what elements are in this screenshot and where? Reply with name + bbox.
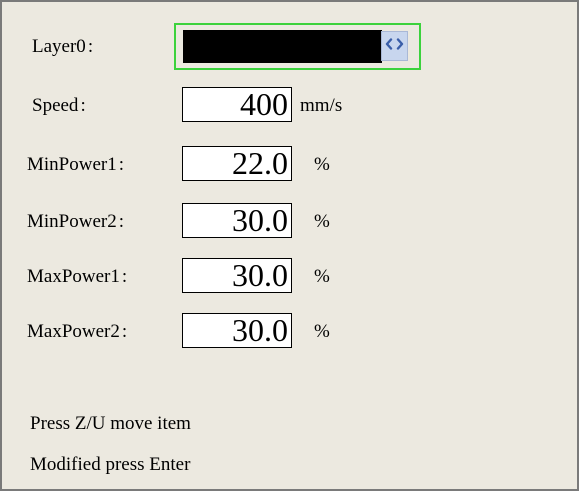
layer-select[interactable] <box>174 23 421 70</box>
hint-press-enter: Modified press Enter <box>30 454 191 475</box>
layer-label-text: Layer0 <box>32 36 86 57</box>
min-power-1-label-colon: : <box>118 154 125 175</box>
layer-label: Layer0: <box>32 36 93 58</box>
speed-label-colon: : <box>80 95 86 116</box>
layer-parameters-panel: Layer0: Speed: 400 mm/s MinPower1: 22.0 … <box>0 0 579 491</box>
min-power-1-label-text: MinPower1 <box>27 154 117 175</box>
max-power-1-label-text: MaxPower1 <box>27 266 120 287</box>
speed-label: Speed: <box>32 95 86 117</box>
max-power-2-label-colon: : <box>121 321 128 342</box>
min-power-2-label-colon: : <box>118 211 125 232</box>
max-power-2-field[interactable]: 30.0 <box>182 313 292 348</box>
min-power-2-label: MinPower2: <box>27 211 124 233</box>
max-power-1-label: MaxPower1: <box>27 266 127 288</box>
speed-unit: mm/s <box>300 95 343 116</box>
max-power-1-unit: % <box>314 266 330 287</box>
layer-label-colon: : <box>87 36 94 57</box>
min-power-2-unit: % <box>314 211 330 232</box>
min-power-2-label-text: MinPower2 <box>27 211 117 232</box>
max-power-2-label: MaxPower2: <box>27 321 127 343</box>
layer-value <box>183 30 382 63</box>
speed-label-text: Speed <box>32 95 79 116</box>
min-power-1-label: MinPower1: <box>27 154 124 176</box>
min-power-1-unit: % <box>314 154 330 175</box>
layer-spin-button[interactable] <box>381 31 408 61</box>
max-power-2-unit: % <box>314 321 330 342</box>
min-power-2-field[interactable]: 30.0 <box>182 203 292 238</box>
max-power-2-label-text: MaxPower2 <box>27 321 120 342</box>
max-power-1-label-colon: : <box>121 266 128 287</box>
max-power-1-field[interactable]: 30.0 <box>182 258 292 293</box>
min-power-1-field[interactable]: 22.0 <box>182 146 292 181</box>
speed-field[interactable]: 400 <box>182 87 292 122</box>
hint-move-item: Press Z/U move item <box>30 413 191 434</box>
left-right-chevrons-icon <box>385 37 404 55</box>
